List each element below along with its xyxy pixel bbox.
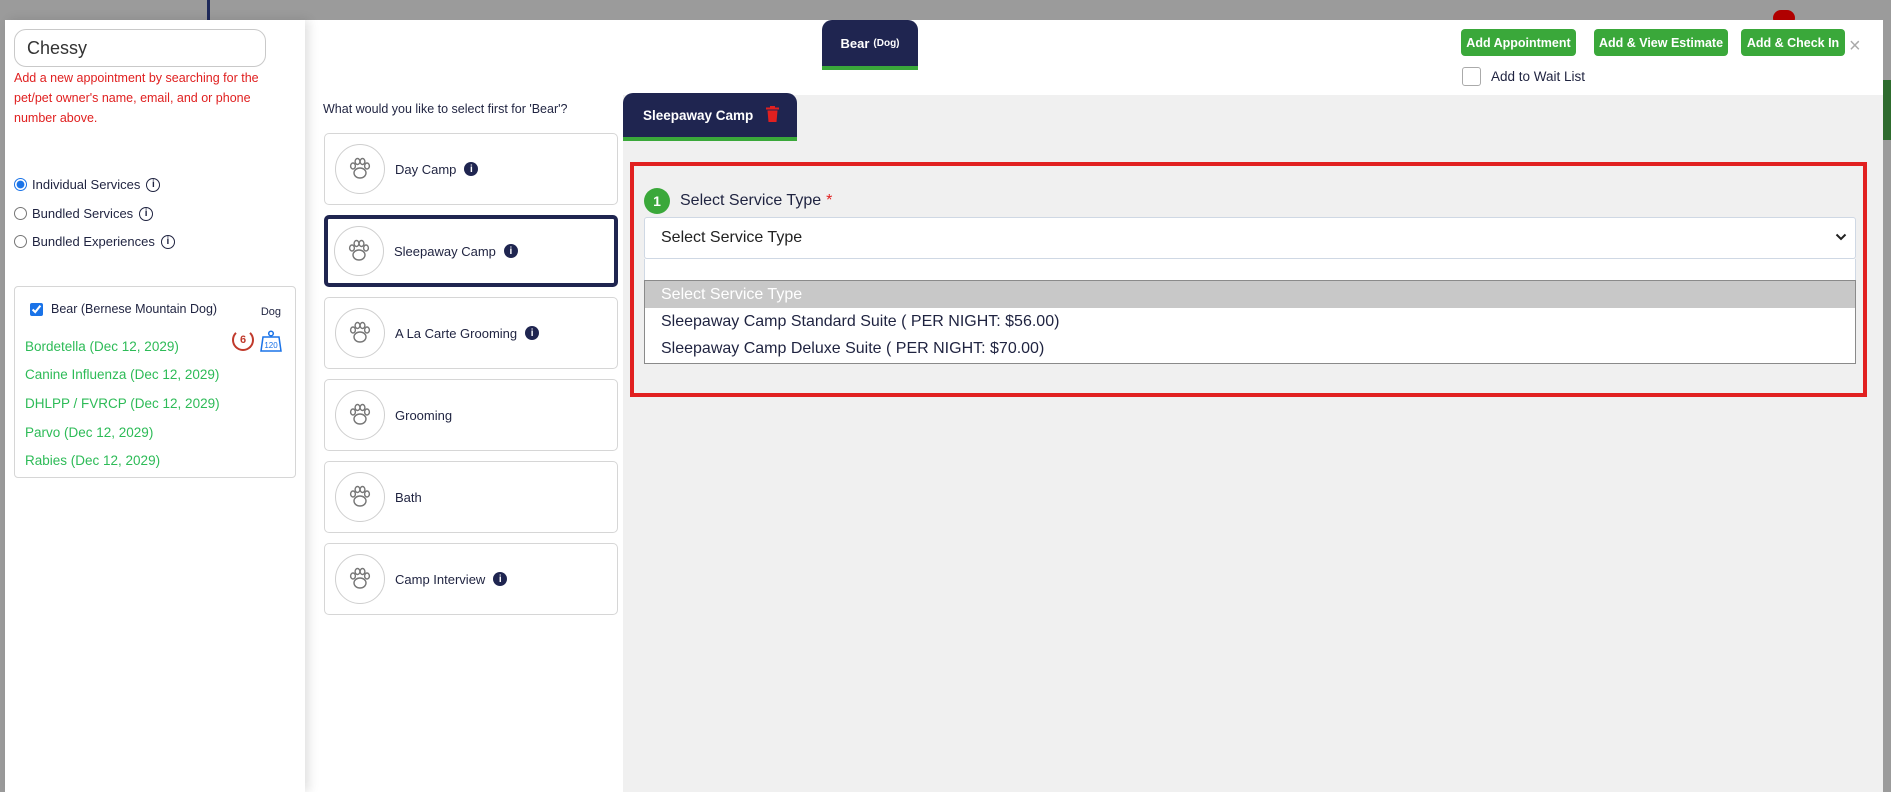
dropdown-option[interactable]: Sleepaway Camp Standard Suite ( PER NIGH… xyxy=(645,308,1855,335)
service-label: Sleepaway Camp xyxy=(394,243,496,259)
pet-stats: 6 120 xyxy=(232,329,283,353)
radio-input[interactable] xyxy=(14,178,27,191)
vaccine-item: Parvo (Dec 12, 2029) xyxy=(25,425,154,440)
search-hint: Add a new appointment by searching for t… xyxy=(14,71,259,125)
service-type-dropdown[interactable]: Select Service Type Sleepaway Camp Stand… xyxy=(644,280,1856,364)
radio-bundled-services[interactable]: Bundled Services i xyxy=(14,206,154,221)
vaccine-item: DHLPP / FVRCP (Dec 12, 2029) xyxy=(25,396,220,411)
weight-icon: 120 xyxy=(260,330,282,352)
radio-label: Bundled Services xyxy=(32,206,134,221)
add-check-in-button[interactable]: Add & Check In xyxy=(1741,29,1845,56)
backdrop-nav-bar xyxy=(207,0,210,20)
service-card-grooming[interactable]: Grooming xyxy=(324,379,618,451)
left-panel: Add a new appointment by searching for t… xyxy=(5,20,305,792)
vaccine-item: Rabies (Dec 12, 2029) xyxy=(25,453,161,468)
service-label: Bath xyxy=(395,489,422,505)
info-icon[interactable]: i xyxy=(146,177,161,192)
weight-value: 120 xyxy=(264,341,278,350)
service-label: Camp Interview xyxy=(395,571,486,587)
paw-icon xyxy=(335,308,385,358)
service-label: Day Camp xyxy=(395,161,457,177)
service-card-bath[interactable]: Bath xyxy=(324,461,618,533)
vaccine-item: Bordetella (Dec 12, 2029) xyxy=(25,339,179,354)
pet-checkbox[interactable] xyxy=(30,302,43,316)
service-tab-label: Sleepaway Camp xyxy=(643,107,754,123)
pet-name: Bear (Bernese Mountain Dog) xyxy=(51,302,218,316)
service-question: What would you like to select first for … xyxy=(323,102,568,116)
radio-individual-services[interactable]: Individual Services i xyxy=(14,177,161,192)
wait-list-checkbox[interactable] xyxy=(1462,67,1481,86)
info-icon[interactable]: i xyxy=(493,572,508,586)
pet-tab-bear[interactable]: Bear (Dog) xyxy=(822,20,918,70)
info-icon[interactable]: i xyxy=(139,206,154,221)
service-label: Grooming xyxy=(395,407,453,423)
vaccine-item: Canine Influenza (Dec 12, 2029) xyxy=(25,367,220,382)
info-icon[interactable]: i xyxy=(503,244,518,258)
pet-search-input[interactable] xyxy=(14,29,266,67)
required-mark: * xyxy=(826,192,833,209)
service-card-a-la-carte-grooming[interactable]: A La Carte Grooming i xyxy=(324,297,618,369)
step-label: Select Service Type xyxy=(680,192,822,209)
new-appointment-modal: Add a new appointment by searching for t… xyxy=(5,20,1883,792)
dropdown-option[interactable]: Sleepaway Camp Deluxe Suite ( PER NIGHT:… xyxy=(645,335,1855,362)
paw-icon xyxy=(334,226,384,276)
pet-card: Bear (Bernese Mountain Dog) Dog 6 120 Bo… xyxy=(14,286,296,478)
service-type-select[interactable]: Select Service Type xyxy=(644,217,1856,259)
radio-label: Individual Services xyxy=(32,177,141,192)
service-card-camp-interview[interactable]: Camp Interview i xyxy=(324,543,618,615)
service-config-panel: Sleepaway Camp 1 Select Service Type * S… xyxy=(623,93,1883,792)
radio-bundled-experiences[interactable]: Bundled Experiences i xyxy=(14,234,175,249)
paw-icon xyxy=(335,390,385,440)
paw-icon xyxy=(335,472,385,522)
dropdown-option[interactable]: Select Service Type xyxy=(645,281,1855,308)
visit-count-icon: 6 xyxy=(232,329,254,351)
pet-species: Dog xyxy=(260,306,281,318)
radio-input[interactable] xyxy=(14,235,27,248)
close-icon[interactable]: × xyxy=(1849,35,1861,58)
wait-list-label: Add to Wait List xyxy=(1491,69,1586,84)
info-icon[interactable]: i xyxy=(525,326,540,340)
radio-label: Bundled Experiences xyxy=(32,234,155,249)
service-label: A La Carte Grooming xyxy=(395,325,518,341)
add-view-estimate-button[interactable]: Add & View Estimate xyxy=(1594,29,1728,56)
info-icon[interactable]: i xyxy=(464,162,479,176)
service-card-sleepaway-camp[interactable]: Sleepaway Camp i xyxy=(324,215,618,287)
step-select-service-type: 1 Select Service Type * xyxy=(644,188,832,214)
paw-icon xyxy=(335,554,385,604)
pet-select[interactable]: Bear (Bernese Mountain Dog) xyxy=(30,302,217,316)
info-icon[interactable]: i xyxy=(160,234,175,249)
step-number-badge: 1 xyxy=(644,188,670,214)
backdrop-accent xyxy=(1883,80,1891,140)
pet-tab-name: Bear xyxy=(840,35,870,51)
paw-icon xyxy=(335,144,385,194)
select-value: Select Service Type xyxy=(661,229,803,246)
service-tab-sleepaway-camp[interactable]: Sleepaway Camp xyxy=(623,93,797,141)
trash-icon[interactable] xyxy=(766,106,779,122)
radio-input[interactable] xyxy=(14,207,27,220)
chevron-down-icon xyxy=(1835,233,1847,241)
pet-tab-species: (Dog) xyxy=(873,37,900,49)
service-card-day-camp[interactable]: Day Camp i xyxy=(324,133,618,205)
wait-list-toggle[interactable]: Add to Wait List xyxy=(1462,67,1585,86)
add-appointment-button[interactable]: Add Appointment xyxy=(1461,29,1576,56)
